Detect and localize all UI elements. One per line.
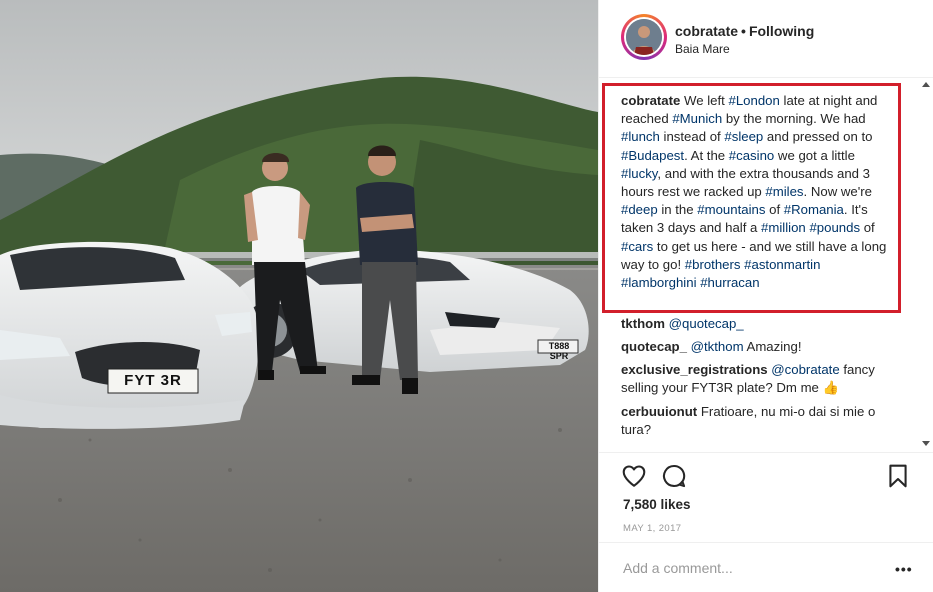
post-actions: 7,580 likes MAY 1, 2017	[599, 452, 933, 542]
avatar-image	[626, 19, 662, 55]
post-header: cobratate • Following Baia Mare	[599, 0, 933, 78]
caption-text: instead of	[659, 129, 725, 145]
comment-item: quotecap_ @tkthom Amazing!	[621, 338, 901, 356]
comment-item: cerbuuionut Fratioare, nu mi-o dai si mi…	[621, 403, 901, 439]
caption-text: . At the	[684, 147, 729, 163]
post-photo[interactable]: FYT 3R T888 SPR	[0, 0, 598, 592]
comments-list[interactable]: cobratate We left #London late at night …	[599, 78, 933, 452]
comment-username[interactable]: tkthom	[621, 316, 665, 331]
post-date[interactable]: MAY 1, 2017	[623, 523, 681, 534]
comment-item: tkthom @quotecap_	[621, 315, 901, 333]
add-comment-input[interactable]: Add a comment...	[623, 560, 733, 576]
location-link[interactable]: Baia Mare	[675, 42, 730, 56]
comment-username[interactable]: quotecap_	[621, 339, 687, 354]
hashtag-link[interactable]: #lamborghini	[621, 275, 697, 290]
comment-mention[interactable]: @tkthom	[691, 339, 744, 354]
caption-text: of	[860, 220, 875, 236]
left-plate-text: FYT 3R	[124, 372, 182, 389]
caption-text: . Now we're	[803, 184, 872, 200]
header-separator: •	[741, 23, 746, 39]
hashtag-link[interactable]: #sleep	[724, 129, 763, 144]
hashtag-link[interactable]: #astonmartin	[744, 257, 820, 272]
comment-item: exclusive_registrations @cobratate fancy…	[621, 361, 901, 397]
comment-icon[interactable]	[661, 463, 687, 489]
hashtag-link[interactable]: #London	[729, 93, 780, 108]
caption-text: We left	[680, 93, 729, 108]
comment-text: Amazing!	[743, 339, 802, 354]
hashtag-link[interactable]: #hurracan	[700, 275, 759, 290]
caption-text: of	[765, 202, 784, 218]
caption-text: and pressed on to	[763, 129, 873, 145]
caption-body: We left #London late at night and reache…	[621, 93, 886, 290]
bookmark-icon[interactable]	[885, 463, 911, 489]
header-user-line: cobratate • Following	[675, 23, 814, 39]
avatar[interactable]	[621, 14, 667, 60]
comments-scrollbar[interactable]	[917, 78, 933, 452]
hashtag-link[interactable]: #pounds	[809, 220, 860, 235]
hashtag-link[interactable]: #Romania	[784, 202, 844, 217]
hashtag-link[interactable]: #miles	[765, 184, 803, 199]
caption-text: by the morning. We had	[722, 111, 866, 127]
hashtag-link[interactable]: #million	[761, 220, 806, 235]
hashtag-link[interactable]: #lunch	[621, 129, 660, 144]
post-sidebar: cobratate • Following Baia Mare cobratate …	[598, 0, 933, 592]
comment-username[interactable]: cerbuuionut	[621, 404, 697, 419]
scroll-up-icon[interactable]	[922, 82, 930, 87]
photo-illustration	[0, 0, 598, 592]
avatar-portrait	[626, 19, 662, 55]
add-comment-bar: Add a comment... •••	[599, 542, 933, 592]
caption-text: in the	[657, 202, 698, 218]
hashtag-link[interactable]: #casino	[729, 148, 774, 163]
caption-username[interactable]: cobratate	[621, 93, 680, 108]
hashtag-link[interactable]: #brothers	[685, 257, 741, 272]
hashtag-link[interactable]: #Munich	[672, 111, 722, 126]
hashtag-link[interactable]: #Budapest	[621, 148, 684, 163]
header-username[interactable]: cobratate	[675, 23, 738, 39]
comment-mention[interactable]: @quotecap_	[669, 316, 744, 331]
comment-mention[interactable]: @cobratate	[771, 362, 839, 377]
right-plate-text: T888 SPR	[548, 341, 570, 361]
comment-username[interactable]: exclusive_registrations	[621, 362, 768, 377]
caption: cobratate We left #London late at night …	[621, 92, 889, 292]
more-options-icon[interactable]: •••	[895, 561, 913, 577]
caption-text: we got a little	[774, 147, 855, 163]
hashtag-link[interactable]: #deep	[621, 202, 658, 217]
heart-icon[interactable]	[621, 463, 647, 489]
hashtag-link[interactable]: #lucky	[621, 166, 657, 181]
likes-count[interactable]: 7,580 likes	[623, 497, 691, 512]
scroll-down-icon[interactable]	[922, 441, 930, 446]
following-button[interactable]: Following	[749, 23, 814, 39]
hashtag-link[interactable]: #cars	[621, 239, 653, 254]
hashtag-link[interactable]: #mountains	[697, 202, 765, 217]
